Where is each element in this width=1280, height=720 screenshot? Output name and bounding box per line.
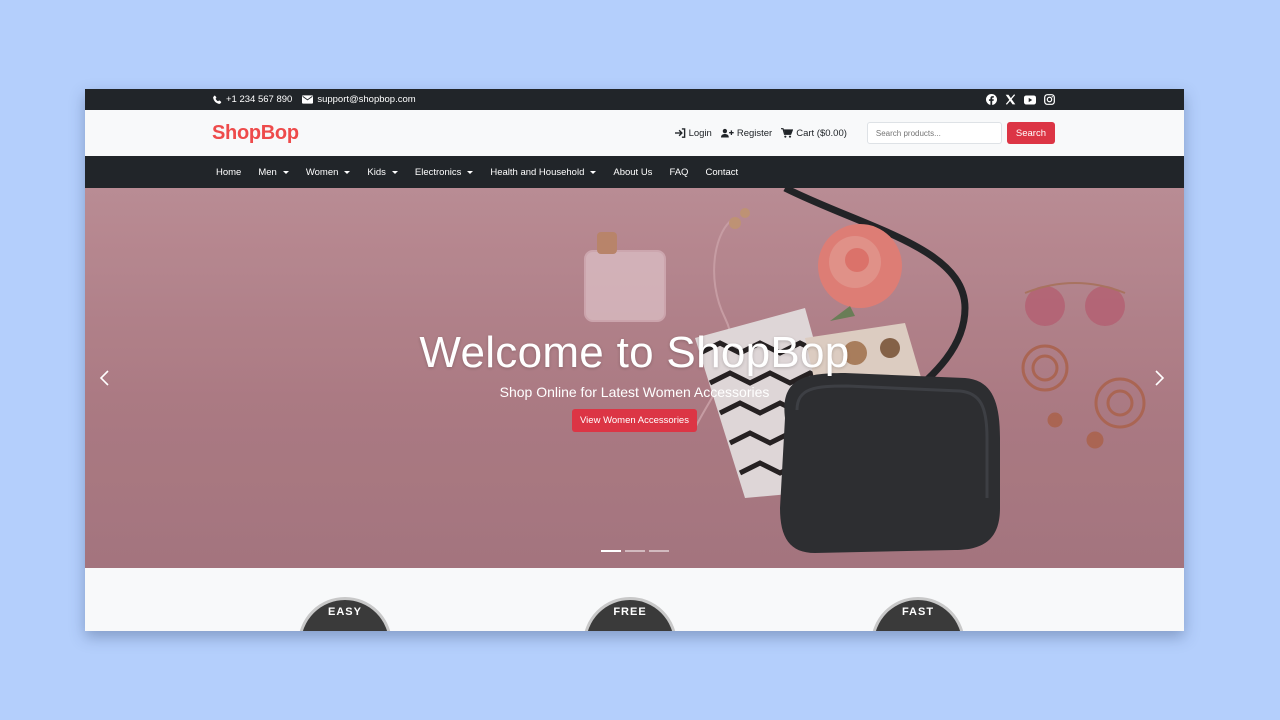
carousel-indicator[interactable]	[600, 550, 621, 552]
nav-label: Contact	[705, 166, 739, 178]
nav-item-about[interactable]: About Us	[604, 167, 660, 178]
search-button[interactable]: Search	[1006, 122, 1055, 144]
carousel-indicators	[85, 550, 1184, 552]
fast-delivery-badge: FAST	[871, 597, 965, 631]
nav-label: Men	[258, 166, 277, 178]
chevron-right-icon	[1155, 370, 1165, 386]
nav-label: Home	[216, 166, 242, 178]
x-icon[interactable]	[1005, 94, 1016, 105]
youtube-icon[interactable]	[1024, 95, 1036, 105]
carousel-indicator[interactable]	[624, 550, 645, 552]
carousel-next-button[interactable]	[1149, 368, 1169, 388]
nav-item-men[interactable]: Men	[249, 167, 296, 178]
nav-item-home[interactable]: Home	[207, 167, 249, 178]
carousel-prev-button[interactable]	[95, 368, 115, 388]
nav-label: Health and Household	[490, 166, 585, 178]
badge-label: FREE	[613, 606, 647, 618]
instagram-icon[interactable]	[1044, 94, 1055, 105]
cart-link[interactable]: Cart ($0.00)	[781, 128, 847, 139]
badge-label: FAST	[901, 606, 935, 618]
nav-label: About Us	[613, 166, 653, 178]
sign-in-icon	[674, 128, 686, 138]
caret-down-icon	[391, 170, 398, 174]
hero-carousel: Welcome to ShopBop Shop Online for Lates…	[85, 188, 1184, 568]
view-women-accessories-button[interactable]: View Women Accessories	[572, 409, 697, 432]
nav-item-faq[interactable]: FAQ	[660, 167, 696, 178]
login-link[interactable]: Login	[674, 127, 712, 139]
badge-label: EASY	[328, 606, 362, 618]
caret-down-icon	[282, 170, 289, 174]
phone-contact[interactable]: +1 234 567 890	[212, 94, 292, 105]
hero-caption: Welcome to ShopBop Shop Online for Lates…	[85, 328, 1184, 432]
nav-item-women[interactable]: Women	[297, 167, 359, 178]
hero-subtitle: Shop Online for Latest Women Accessories	[499, 384, 770, 400]
search-input[interactable]	[866, 122, 1002, 144]
main-nav: Home Men Women Kids Electronics Health a…	[85, 156, 1184, 188]
facebook-icon[interactable]	[986, 94, 997, 105]
features-section: EASY FREE FAST	[85, 568, 1184, 631]
carousel-indicator[interactable]	[648, 550, 669, 552]
nav-label: Kids	[367, 166, 386, 178]
nav-item-contact[interactable]: Contact	[696, 167, 746, 178]
easy-returns-badge: EASY	[298, 597, 392, 631]
user-plus-icon	[720, 128, 734, 138]
nav-item-health-household[interactable]: Health and Household	[481, 167, 604, 178]
nav-item-electronics[interactable]: Electronics	[406, 167, 481, 178]
search-form: Search	[866, 122, 1055, 144]
site-header: ShopBop Login Register Cart ($0.00) Sear…	[85, 110, 1184, 156]
envelope-icon	[302, 95, 314, 104]
site-logo[interactable]: ShopBop	[212, 122, 299, 145]
caret-down-icon	[590, 170, 597, 174]
nav-label: Electronics	[414, 166, 462, 178]
top-bar: +1 234 567 890 support@shopbop.com	[85, 89, 1184, 110]
browser-viewport: +1 234 567 890 support@shopbop.com ShopB…	[85, 89, 1184, 631]
cart-label: Cart ($0.00)	[796, 127, 847, 139]
email-address: support@shopbop.com	[317, 94, 416, 105]
phone-number: +1 234 567 890	[226, 94, 293, 105]
cart-icon	[781, 128, 794, 138]
header-actions: Login Register Cart ($0.00) Search	[666, 122, 1055, 144]
register-label: Register	[736, 127, 773, 139]
nav-item-kids[interactable]: Kids	[358, 167, 405, 178]
nav-label: FAQ	[669, 166, 689, 178]
caret-down-icon	[467, 170, 474, 174]
caret-down-icon	[344, 170, 351, 174]
social-links	[986, 94, 1055, 105]
email-contact[interactable]: support@shopbop.com	[302, 94, 416, 105]
chevron-left-icon	[99, 370, 109, 386]
free-shipping-badge: FREE	[583, 597, 677, 631]
hero-title: Welcome to ShopBop	[419, 328, 850, 377]
nav-label: Women	[305, 166, 339, 178]
contact-info: +1 234 567 890 support@shopbop.com	[212, 94, 416, 105]
register-link[interactable]: Register	[720, 127, 773, 139]
login-label: Login	[688, 127, 712, 139]
phone-icon	[212, 95, 222, 105]
